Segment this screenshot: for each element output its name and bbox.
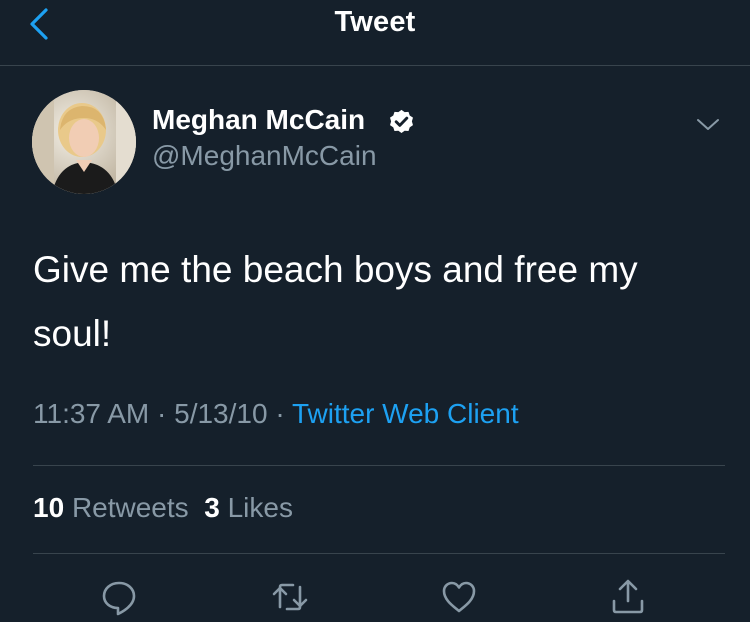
likes-count: 3 xyxy=(204,492,220,523)
tweet-date: 5/13/10 xyxy=(174,398,268,429)
author-handle[interactable]: @MeghanMcCain xyxy=(152,140,377,172)
meta-separator: · xyxy=(267,398,292,429)
author-name[interactable]: Meghan McCain xyxy=(152,104,365,136)
verified-badge-icon xyxy=(390,109,413,134)
divider xyxy=(33,553,725,554)
share-icon[interactable] xyxy=(608,577,648,617)
avatar[interactable] xyxy=(32,90,136,194)
divider xyxy=(33,465,725,466)
retweets-label: Retweets xyxy=(71,492,189,523)
tweet-stats: 10 Retweets 3 Likes xyxy=(33,492,293,524)
tweet-meta: 11:37 AM · 5/13/10 · Twitter Web Client xyxy=(33,398,519,430)
retweet-icon[interactable] xyxy=(270,577,310,617)
retweets-count: 10 xyxy=(33,492,65,523)
tweet-text: Give me the beach boys and free my soul! xyxy=(33,238,723,366)
tweet-time: 11:37 AM xyxy=(33,398,150,429)
top-bar: Tweet xyxy=(0,0,750,66)
profile-photo xyxy=(32,90,136,194)
meta-separator: · xyxy=(149,398,175,429)
tweet-text-line: soul! xyxy=(33,313,112,354)
tweet-text-line: Give me the beach boys and free my xyxy=(33,249,638,290)
like-icon[interactable] xyxy=(439,577,479,617)
page-title: Tweet xyxy=(334,6,416,38)
likes-label: Likes xyxy=(227,492,293,523)
likes-stat[interactable]: 3 Likes xyxy=(204,492,293,523)
tweet-source-link[interactable]: Twitter Web Client xyxy=(292,398,519,429)
reply-icon[interactable] xyxy=(99,577,139,617)
chevron-down-icon[interactable] xyxy=(694,112,722,136)
retweets-stat[interactable]: 10 Retweets xyxy=(33,492,189,523)
